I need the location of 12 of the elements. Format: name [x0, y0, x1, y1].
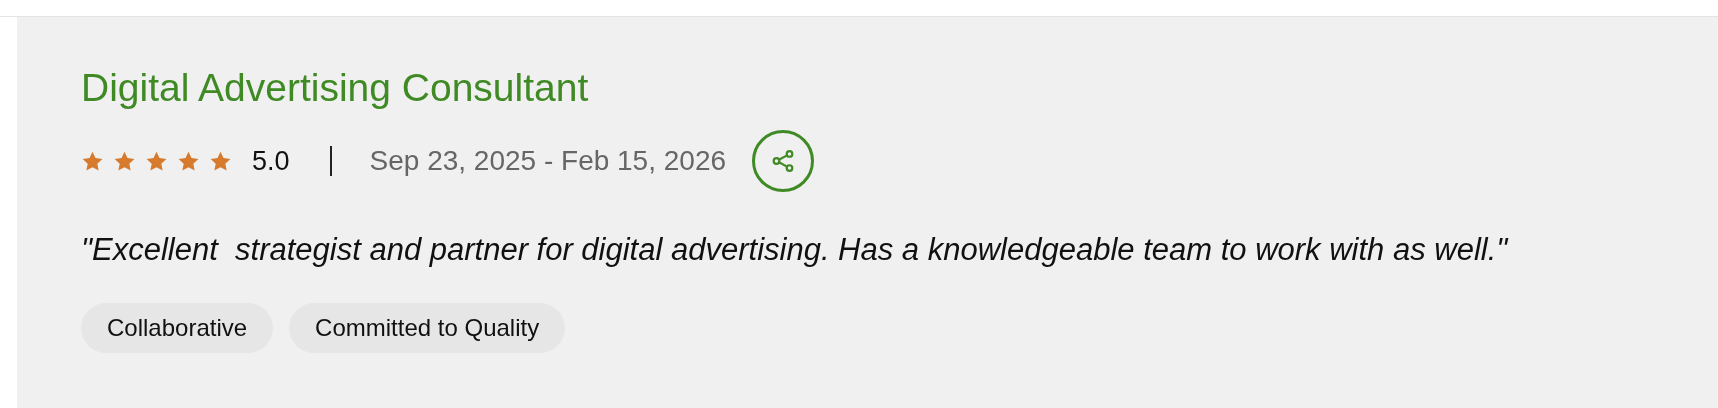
review-quote: "Excellent strategist and partner for digital advertising. Has a knowledgeable team to work with as well.": [81, 231, 1510, 269]
rating-value: 5.0: [252, 145, 290, 177]
tag: Committed to Quality: [289, 303, 566, 353]
star-icon: [113, 149, 136, 173]
star-icon: [81, 149, 104, 173]
share-button[interactable]: [752, 130, 815, 192]
star-icon: [145, 149, 168, 173]
date-range: Sep 23, 2025 - Feb 15, 2026: [369, 145, 727, 177]
star-icon: [209, 149, 232, 173]
tag: Collaborative: [81, 303, 274, 353]
review-title: Digital Advertising Consultant: [81, 65, 590, 111]
star-icon: [177, 149, 200, 173]
